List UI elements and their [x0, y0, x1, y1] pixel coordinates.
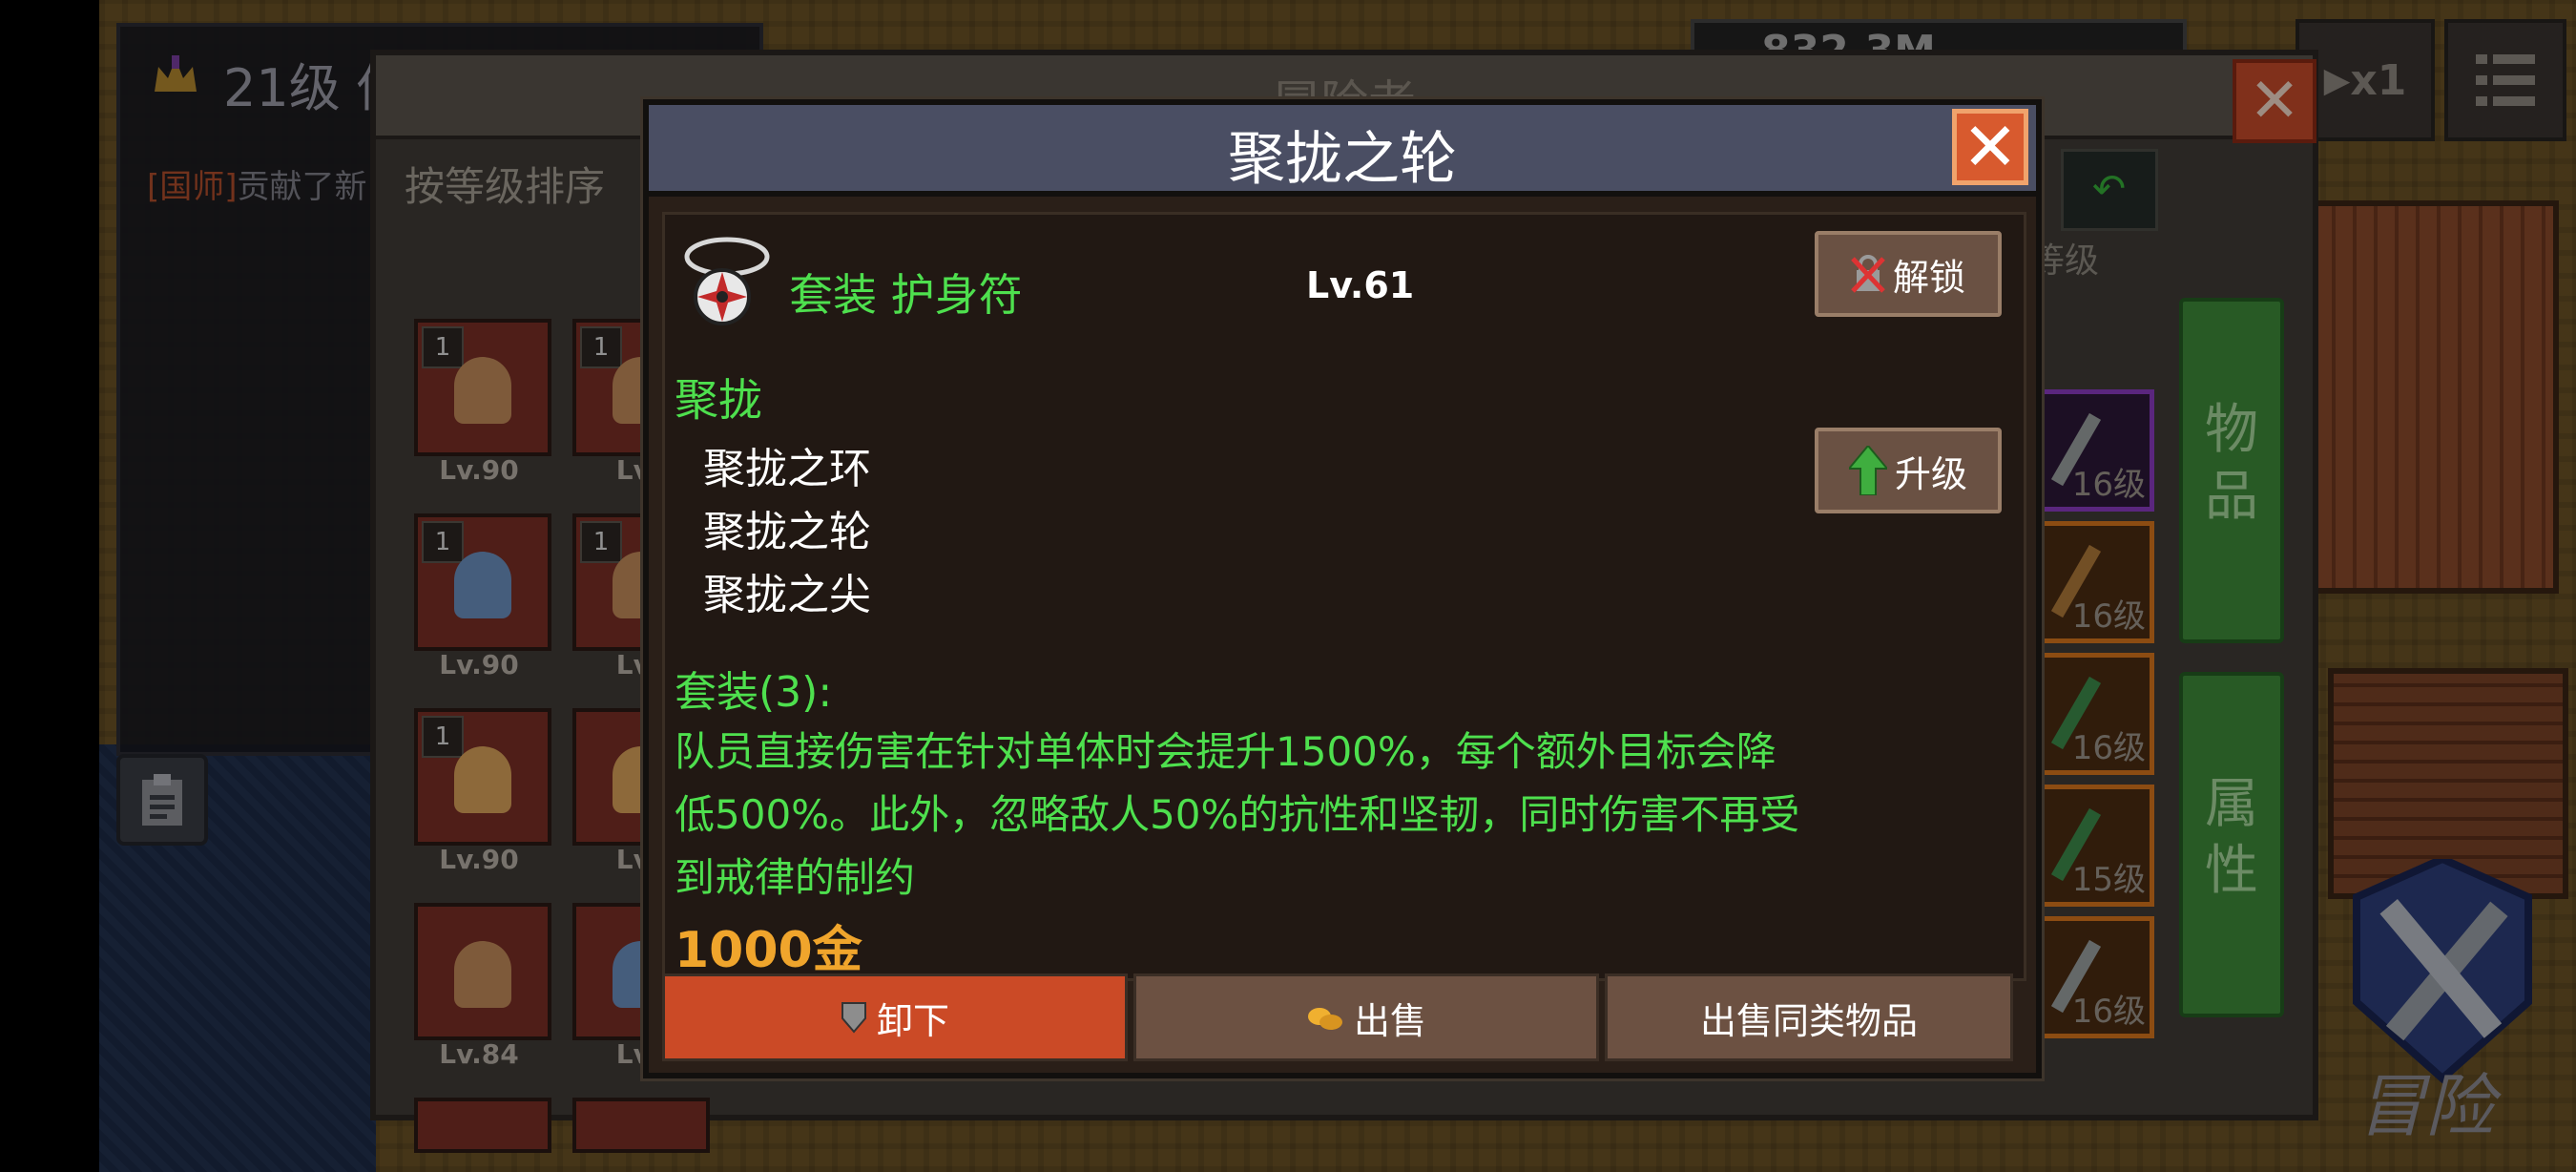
item-action-bar: 卸下 出售 出售同类物品: [662, 973, 2021, 1061]
set-bonus-description: 队员直接伤害在针对单体时会提升1500%，每个额外目标会降低500%。此外，忽略…: [675, 728, 1800, 901]
item-price: 1000金: [675, 922, 862, 979]
upgrade-button[interactable]: 升级: [1815, 428, 2002, 513]
sell-all-label: 出售同类物品: [1699, 999, 1918, 1042]
amulet-icon: [684, 237, 770, 325]
set-bonus-title: 套装(3):: [675, 668, 833, 717]
item-type: 套装 护身符: [789, 269, 1023, 321]
unequip-button[interactable]: 卸下: [662, 973, 1128, 1061]
unlock-button[interactable]: 解锁: [1815, 231, 2002, 317]
set-piece: 聚拢之尖: [703, 571, 871, 619]
item-detail-close-button[interactable]: ✕: [1952, 109, 2028, 185]
sell-label: 出售: [1353, 999, 1426, 1042]
set-piece: 聚拢之轮: [703, 508, 871, 556]
item-detail-dialog: 聚拢之轮 ✕ 套装 护身符 Lv.61 聚拢 聚拢之环 聚拢之轮 聚拢之尖 套装…: [643, 99, 2042, 1078]
lock-icon: [1851, 255, 1885, 293]
set-piece: 聚拢之环: [703, 445, 871, 493]
gold-coins-icon: [1307, 1008, 1342, 1030]
close-icon: ✕: [1962, 108, 2019, 186]
item-detail-header: 聚拢之轮 ✕: [649, 105, 2036, 197]
upgrade-label: 升级: [1894, 452, 1967, 495]
unequip-label: 卸下: [876, 999, 949, 1042]
item-detail-body: 套装 护身符 Lv.61 聚拢 聚拢之环 聚拢之轮 聚拢之尖 套装(3): 队员…: [662, 212, 2026, 981]
set-name: 聚拢: [675, 374, 762, 426]
arrow-up-icon: [1848, 446, 1887, 495]
item-name-title: 聚拢之轮: [1228, 126, 1457, 193]
sell-button[interactable]: 出售: [1133, 973, 1599, 1061]
unlock-label: 解锁: [1892, 256, 1965, 299]
item-level: Lv.61: [1306, 264, 1415, 306]
sell-all-same-button[interactable]: 出售同类物品: [1605, 973, 2013, 1061]
shield-icon: [841, 1002, 866, 1034]
